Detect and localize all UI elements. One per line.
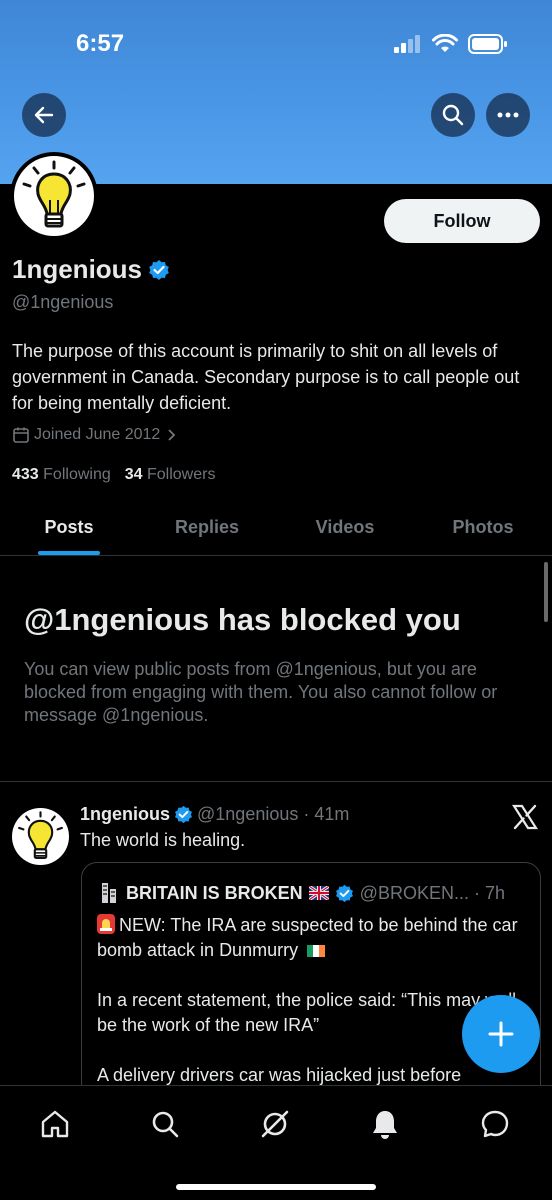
- status-icons: [394, 34, 508, 54]
- x-logo-icon[interactable]: [512, 804, 538, 830]
- more-icon: [496, 111, 520, 119]
- status-time: 6:57: [76, 30, 125, 57]
- post-author-name[interactable]: 1ngenious: [80, 804, 170, 825]
- tab-photos[interactable]: Photos: [414, 500, 552, 555]
- chevron-right-icon: [164, 428, 178, 442]
- profile-avatar[interactable]: [10, 152, 98, 240]
- verified-badge-icon: [335, 884, 354, 903]
- nav-home[interactable]: [35, 1104, 75, 1144]
- plus-icon: [486, 1019, 516, 1049]
- building-icon: [98, 881, 120, 905]
- profile-handle: @1ngenious: [12, 292, 114, 312]
- nav-messages[interactable]: [475, 1104, 515, 1144]
- post-header: 1ngenious @1ngenious · 41m: [80, 804, 349, 825]
- quote-author-name: BRITAIN IS BROKEN: [126, 882, 303, 903]
- divider: [0, 781, 552, 782]
- blocked-description: You can view public posts from @1ngeniou…: [24, 659, 498, 725]
- chat-icon: [479, 1108, 511, 1140]
- arrow-left-icon: [33, 104, 55, 126]
- followers-count: 34: [124, 466, 143, 483]
- home-icon: [39, 1108, 71, 1140]
- post-meta: @1ngenious · 41m: [197, 804, 350, 824]
- joined-text: Joined June 2012: [34, 426, 161, 443]
- back-button[interactable]: [22, 93, 66, 137]
- ireland-flag-icon: [307, 945, 326, 957]
- nav-grok[interactable]: [255, 1104, 295, 1144]
- tab-videos[interactable]: Videos: [276, 500, 414, 555]
- joined-date[interactable]: Joined June 2012: [12, 426, 178, 444]
- lightbulb-icon: [22, 160, 86, 228]
- followers-label: Followers: [147, 466, 216, 483]
- display-name-text: 1ngenious: [12, 254, 143, 284]
- following-count: 433: [12, 466, 39, 483]
- verified-badge-icon: [148, 259, 170, 281]
- post-avatar[interactable]: [12, 808, 69, 865]
- siren-icon: [97, 914, 115, 934]
- search-icon: [441, 103, 465, 127]
- quote-header: BRITAIN IS BROKEN @BROKEN... · 7h: [98, 881, 505, 905]
- more-button[interactable]: [486, 93, 530, 137]
- following-label: Following: [43, 466, 111, 483]
- signal-icon: [394, 35, 422, 53]
- profile-bio: The purpose of this account is primarily…: [12, 341, 520, 413]
- bell-icon: [370, 1108, 400, 1140]
- followers-link[interactable]: 34 Followers: [125, 466, 216, 484]
- bottom-nav: [0, 1085, 552, 1200]
- wifi-icon: [432, 34, 458, 54]
- status-bar: 6:57: [0, 0, 552, 90]
- quote-meta: @BROKEN... · 7h: [359, 882, 505, 903]
- home-indicator: [176, 1184, 376, 1190]
- battery-icon: [468, 34, 508, 54]
- grok-icon: [259, 1108, 291, 1140]
- compose-button[interactable]: [462, 995, 540, 1073]
- calendar-icon: [12, 426, 30, 444]
- nav-notifications[interactable]: [365, 1104, 405, 1144]
- scrollbar[interactable]: [544, 562, 548, 622]
- search-button[interactable]: [431, 93, 475, 137]
- tab-replies[interactable]: Replies: [138, 500, 276, 555]
- nav-search[interactable]: [145, 1104, 185, 1144]
- search-icon: [150, 1109, 180, 1139]
- verified-badge-icon: [174, 805, 193, 824]
- profile-tabs: Posts Replies Videos Photos: [0, 500, 552, 556]
- uk-flag-icon: [308, 886, 329, 900]
- tab-posts[interactable]: Posts: [0, 500, 138, 555]
- follow-button[interactable]: Follow: [384, 199, 540, 243]
- quote-paragraph: NEW: The IRA are suspected to be behind …: [97, 913, 532, 963]
- profile-display-name: 1ngenious: [12, 254, 170, 285]
- follow-counts: 433 Following 34 Followers: [12, 466, 215, 484]
- lightbulb-icon: [18, 811, 63, 859]
- following-link[interactable]: 433 Following: [12, 466, 111, 484]
- blocked-title: @1ngenious has blocked you: [24, 602, 461, 637]
- post-text: The world is healing.: [80, 830, 246, 850]
